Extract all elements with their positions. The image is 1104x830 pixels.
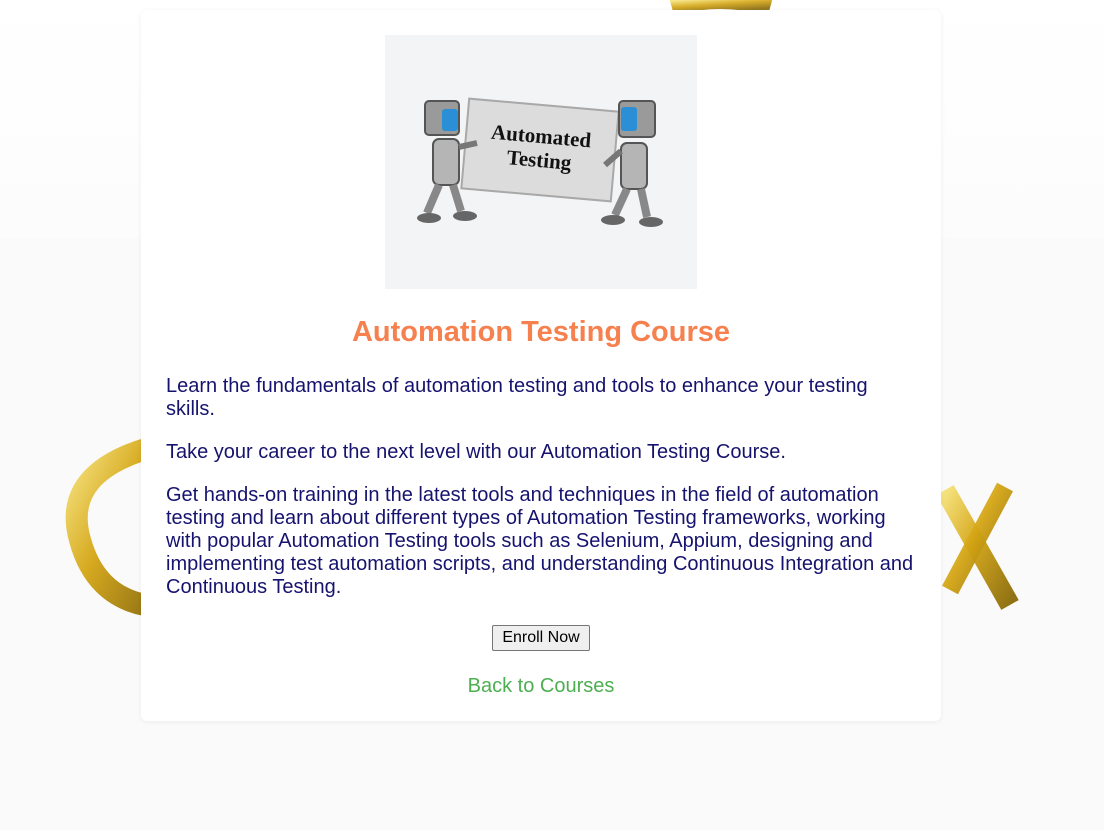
course-hero-image: Automated Testing bbox=[385, 35, 697, 289]
course-description-3: Get hands-on training in the latest tool… bbox=[166, 484, 914, 598]
course-description-2: Take your career to the next level with … bbox=[166, 441, 786, 463]
course-title: Automation Testing Course bbox=[351, 316, 731, 348]
actions: Enroll Now bbox=[166, 625, 916, 651]
back-to-courses-link[interactable]: Back to Courses bbox=[166, 675, 916, 698]
robots-holding-sign-image: Automated Testing bbox=[417, 97, 663, 227]
course-description-1: Learn the fundamentals of automation tes… bbox=[166, 375, 868, 420]
enroll-now-button[interactable]: Enroll Now bbox=[492, 625, 590, 651]
course-card: Automated Testing Automation Testing Cou… bbox=[141, 10, 941, 721]
